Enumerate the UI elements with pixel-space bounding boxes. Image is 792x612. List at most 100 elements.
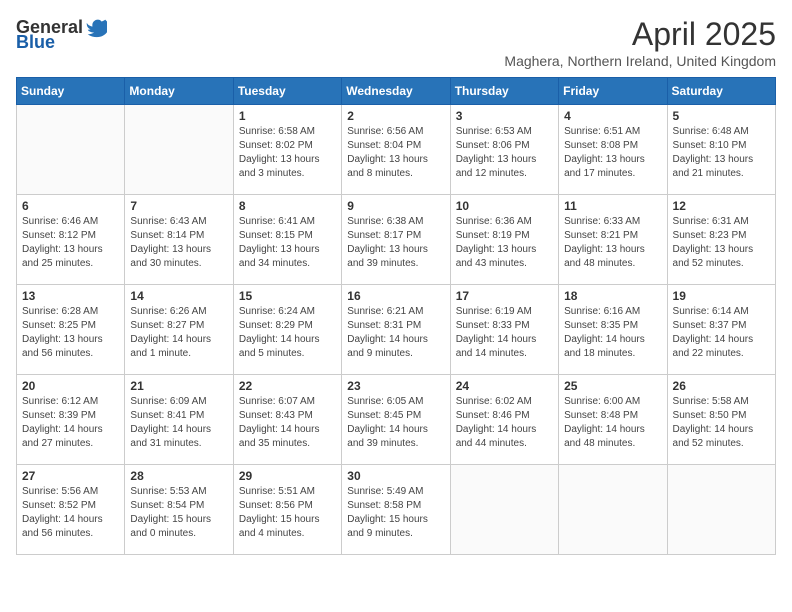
sunset-text: Sunset: 8:43 PM	[239, 409, 336, 423]
calendar-cell: 24 Sunrise: 6:02 AM Sunset: 8:46 PM Dayl…	[450, 375, 558, 465]
day-info: Sunrise: 6:56 AM Sunset: 8:04 PM Dayligh…	[347, 125, 444, 181]
daylight-text: Daylight: 14 hours and 14 minutes.	[456, 333, 553, 361]
calendar-cell: 23 Sunrise: 6:05 AM Sunset: 8:45 PM Dayl…	[342, 375, 450, 465]
sunrise-text: Sunrise: 6:16 AM	[564, 305, 661, 319]
calendar-cell: 21 Sunrise: 6:09 AM Sunset: 8:41 PM Dayl…	[125, 375, 233, 465]
calendar-cell: 17 Sunrise: 6:19 AM Sunset: 8:33 PM Dayl…	[450, 285, 558, 375]
sunrise-text: Sunrise: 6:41 AM	[239, 215, 336, 229]
sunset-text: Sunset: 8:37 PM	[673, 319, 770, 333]
day-number: 7	[130, 199, 227, 213]
day-number: 28	[130, 469, 227, 483]
day-info: Sunrise: 6:33 AM Sunset: 8:21 PM Dayligh…	[564, 215, 661, 271]
daylight-text: Daylight: 14 hours and 39 minutes.	[347, 423, 444, 451]
sunrise-text: Sunrise: 6:38 AM	[347, 215, 444, 229]
daylight-text: Daylight: 13 hours and 25 minutes.	[22, 243, 119, 271]
calendar-cell: 19 Sunrise: 6:14 AM Sunset: 8:37 PM Dayl…	[667, 285, 775, 375]
calendar-cell	[667, 465, 775, 555]
day-info: Sunrise: 6:38 AM Sunset: 8:17 PM Dayligh…	[347, 215, 444, 271]
sunset-text: Sunset: 8:19 PM	[456, 229, 553, 243]
daylight-text: Daylight: 15 hours and 0 minutes.	[130, 513, 227, 541]
day-number: 5	[673, 109, 770, 123]
calendar-cell: 12 Sunrise: 6:31 AM Sunset: 8:23 PM Dayl…	[667, 195, 775, 285]
daylight-text: Daylight: 15 hours and 9 minutes.	[347, 513, 444, 541]
daylight-text: Daylight: 13 hours and 39 minutes.	[347, 243, 444, 271]
logo: General Blue	[16, 16, 107, 53]
logo-bird-icon	[85, 16, 107, 38]
sunset-text: Sunset: 8:08 PM	[564, 139, 661, 153]
sunrise-text: Sunrise: 6:36 AM	[456, 215, 553, 229]
day-number: 22	[239, 379, 336, 393]
weekday-header-monday: Monday	[125, 78, 233, 105]
sunset-text: Sunset: 8:52 PM	[22, 499, 119, 513]
daylight-text: Daylight: 13 hours and 12 minutes.	[456, 153, 553, 181]
sunset-text: Sunset: 8:04 PM	[347, 139, 444, 153]
title-section: April 2025 Maghera, Northern Ireland, Un…	[504, 16, 776, 69]
sunset-text: Sunset: 8:25 PM	[22, 319, 119, 333]
day-number: 20	[22, 379, 119, 393]
calendar-cell: 9 Sunrise: 6:38 AM Sunset: 8:17 PM Dayli…	[342, 195, 450, 285]
sunrise-text: Sunrise: 6:31 AM	[673, 215, 770, 229]
sunrise-text: Sunrise: 6:14 AM	[673, 305, 770, 319]
day-info: Sunrise: 6:41 AM Sunset: 8:15 PM Dayligh…	[239, 215, 336, 271]
day-number: 6	[22, 199, 119, 213]
daylight-text: Daylight: 14 hours and 9 minutes.	[347, 333, 444, 361]
calendar-cell: 4 Sunrise: 6:51 AM Sunset: 8:08 PM Dayli…	[559, 105, 667, 195]
calendar-cell: 2 Sunrise: 6:56 AM Sunset: 8:04 PM Dayli…	[342, 105, 450, 195]
day-info: Sunrise: 6:31 AM Sunset: 8:23 PM Dayligh…	[673, 215, 770, 271]
calendar-cell	[125, 105, 233, 195]
sunrise-text: Sunrise: 6:12 AM	[22, 395, 119, 409]
calendar-cell: 28 Sunrise: 5:53 AM Sunset: 8:54 PM Dayl…	[125, 465, 233, 555]
day-info: Sunrise: 6:19 AM Sunset: 8:33 PM Dayligh…	[456, 305, 553, 361]
sunrise-text: Sunrise: 6:58 AM	[239, 125, 336, 139]
day-info: Sunrise: 6:53 AM Sunset: 8:06 PM Dayligh…	[456, 125, 553, 181]
daylight-text: Daylight: 14 hours and 27 minutes.	[22, 423, 119, 451]
day-number: 27	[22, 469, 119, 483]
page-header: General Blue April 2025 Maghera, Norther…	[16, 16, 776, 69]
day-number: 15	[239, 289, 336, 303]
sunset-text: Sunset: 8:27 PM	[130, 319, 227, 333]
day-info: Sunrise: 6:24 AM Sunset: 8:29 PM Dayligh…	[239, 305, 336, 361]
weekday-header-thursday: Thursday	[450, 78, 558, 105]
calendar-cell: 20 Sunrise: 6:12 AM Sunset: 8:39 PM Dayl…	[17, 375, 125, 465]
calendar-cell: 8 Sunrise: 6:41 AM Sunset: 8:15 PM Dayli…	[233, 195, 341, 285]
calendar-week-row: 13 Sunrise: 6:28 AM Sunset: 8:25 PM Dayl…	[17, 285, 776, 375]
sunrise-text: Sunrise: 6:19 AM	[456, 305, 553, 319]
day-info: Sunrise: 6:14 AM Sunset: 8:37 PM Dayligh…	[673, 305, 770, 361]
day-info: Sunrise: 6:26 AM Sunset: 8:27 PM Dayligh…	[130, 305, 227, 361]
sunrise-text: Sunrise: 6:26 AM	[130, 305, 227, 319]
calendar-cell: 22 Sunrise: 6:07 AM Sunset: 8:43 PM Dayl…	[233, 375, 341, 465]
day-number: 10	[456, 199, 553, 213]
sunrise-text: Sunrise: 5:53 AM	[130, 485, 227, 499]
calendar-cell: 15 Sunrise: 6:24 AM Sunset: 8:29 PM Dayl…	[233, 285, 341, 375]
calendar-cell: 11 Sunrise: 6:33 AM Sunset: 8:21 PM Dayl…	[559, 195, 667, 285]
daylight-text: Daylight: 14 hours and 35 minutes.	[239, 423, 336, 451]
daylight-text: Daylight: 14 hours and 1 minute.	[130, 333, 227, 361]
day-number: 4	[564, 109, 661, 123]
sunrise-text: Sunrise: 5:56 AM	[22, 485, 119, 499]
day-info: Sunrise: 6:36 AM Sunset: 8:19 PM Dayligh…	[456, 215, 553, 271]
calendar-cell	[450, 465, 558, 555]
daylight-text: Daylight: 13 hours and 30 minutes.	[130, 243, 227, 271]
day-number: 21	[130, 379, 227, 393]
weekday-header-friday: Friday	[559, 78, 667, 105]
sunrise-text: Sunrise: 6:48 AM	[673, 125, 770, 139]
calendar-cell: 14 Sunrise: 6:26 AM Sunset: 8:27 PM Dayl…	[125, 285, 233, 375]
calendar-cell	[559, 465, 667, 555]
calendar-week-row: 1 Sunrise: 6:58 AM Sunset: 8:02 PM Dayli…	[17, 105, 776, 195]
calendar-table: SundayMondayTuesdayWednesdayThursdayFrid…	[16, 77, 776, 555]
day-info: Sunrise: 5:49 AM Sunset: 8:58 PM Dayligh…	[347, 485, 444, 541]
sunset-text: Sunset: 8:46 PM	[456, 409, 553, 423]
calendar-cell: 3 Sunrise: 6:53 AM Sunset: 8:06 PM Dayli…	[450, 105, 558, 195]
sunset-text: Sunset: 8:54 PM	[130, 499, 227, 513]
day-number: 12	[673, 199, 770, 213]
sunrise-text: Sunrise: 6:46 AM	[22, 215, 119, 229]
sunset-text: Sunset: 8:39 PM	[22, 409, 119, 423]
calendar-cell: 7 Sunrise: 6:43 AM Sunset: 8:14 PM Dayli…	[125, 195, 233, 285]
day-info: Sunrise: 6:46 AM Sunset: 8:12 PM Dayligh…	[22, 215, 119, 271]
day-info: Sunrise: 5:58 AM Sunset: 8:50 PM Dayligh…	[673, 395, 770, 451]
sunrise-text: Sunrise: 6:02 AM	[456, 395, 553, 409]
day-info: Sunrise: 6:00 AM Sunset: 8:48 PM Dayligh…	[564, 395, 661, 451]
day-info: Sunrise: 5:53 AM Sunset: 8:54 PM Dayligh…	[130, 485, 227, 541]
daylight-text: Daylight: 14 hours and 56 minutes.	[22, 513, 119, 541]
day-info: Sunrise: 6:12 AM Sunset: 8:39 PM Dayligh…	[22, 395, 119, 451]
